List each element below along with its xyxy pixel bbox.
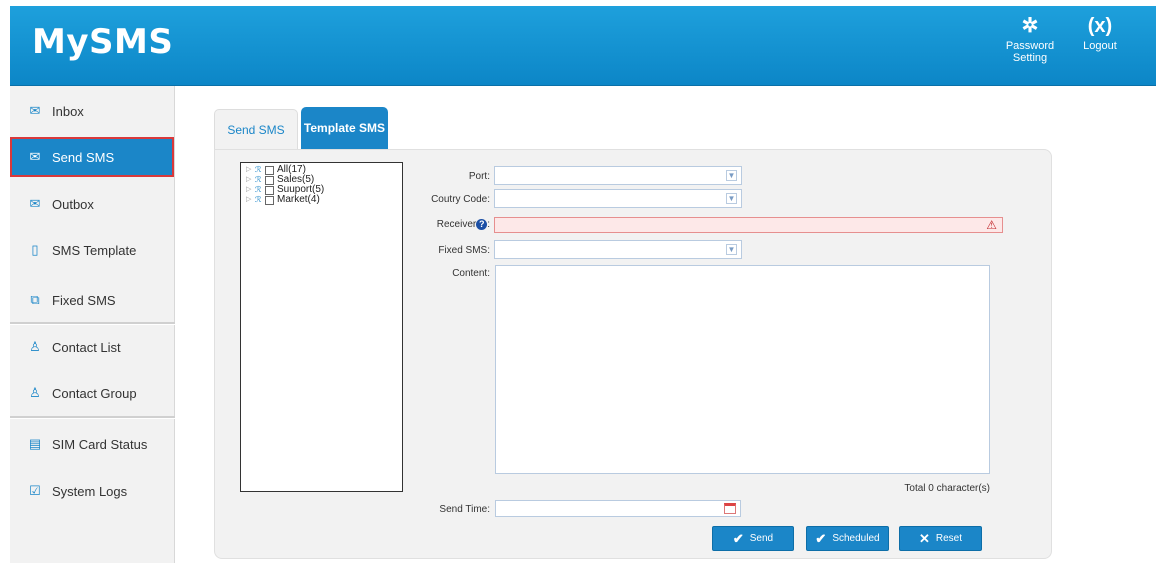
content-label: Content: bbox=[452, 268, 490, 279]
tree-node-suuport[interactable]: ▷ ℛ Suuport(5) bbox=[246, 185, 402, 195]
sidebar-item-label: Send SMS bbox=[52, 149, 115, 165]
reset-button[interactable]: ✕ Reset bbox=[899, 526, 982, 551]
scheduled-button[interactable]: ✔ Scheduled bbox=[806, 526, 889, 551]
tree-node-all[interactable]: ▷ ℛ All(17) bbox=[246, 165, 402, 175]
sidebar-item-send-sms[interactable]: ✉ Send SMS bbox=[10, 137, 174, 177]
envelope-open-icon: ✉ bbox=[29, 196, 41, 211]
tree-checkbox[interactable] bbox=[265, 175, 274, 185]
send-button[interactable]: ✔ Send bbox=[712, 526, 794, 551]
expand-arrow-icon[interactable]: ▷ bbox=[246, 175, 255, 185]
content-textarea[interactable] bbox=[495, 265, 990, 474]
sidebar: ✉ Inbox ✉ Send SMS ✉ Outbox ▯ SMS Templa… bbox=[10, 86, 175, 563]
send-button-label: Send bbox=[749, 533, 774, 544]
sidebar-item-fixed-sms[interactable]: ⧉ Fixed SMS bbox=[10, 280, 175, 320]
sidebar-item-label: SIM Card Status bbox=[52, 436, 148, 452]
country-code-select[interactable]: ▼ bbox=[494, 189, 742, 208]
sidebar-item-label: SMS Template bbox=[52, 242, 137, 258]
port-select[interactable]: ▼ bbox=[494, 166, 742, 185]
tree-checkbox[interactable] bbox=[265, 165, 274, 175]
sidebar-item-label: Fixed SMS bbox=[52, 292, 116, 308]
edit-icon: ☑ bbox=[29, 483, 41, 498]
receiver-label-wrap: Receiver?: bbox=[400, 219, 490, 230]
chevron-down-icon[interactable]: ▼ bbox=[726, 193, 737, 204]
group-icon: ℛ bbox=[255, 175, 262, 184]
tree-node-label: Market(4) bbox=[277, 194, 320, 205]
tree-checkbox[interactable] bbox=[265, 195, 274, 205]
scheduled-button-label: Scheduled bbox=[832, 533, 880, 544]
group-icon: ℛ bbox=[255, 165, 262, 174]
envelope-send-icon: ✉ bbox=[29, 149, 41, 164]
character-counter: Total 0 character(s) bbox=[904, 483, 990, 494]
send-time-label: Send Time: bbox=[439, 504, 490, 515]
port-label: Port: bbox=[468, 171, 490, 182]
chat-icon: ⧉ bbox=[30, 292, 40, 307]
receiver-label: Receiver bbox=[436, 219, 477, 231]
send-time-input[interactable] bbox=[495, 500, 741, 517]
sidebar-item-contact-group[interactable]: ♙ Contact Group bbox=[10, 373, 175, 413]
tab-send-sms[interactable]: Send SMS bbox=[214, 109, 298, 149]
people-icon: ♙ bbox=[29, 385, 41, 400]
sidebar-divider bbox=[10, 322, 175, 325]
fixed-sms-select[interactable]: ▼ bbox=[494, 240, 742, 259]
logout-label: Logout bbox=[1083, 40, 1117, 52]
expand-arrow-icon[interactable]: ▷ bbox=[246, 165, 255, 175]
reset-button-label: Reset bbox=[935, 533, 963, 544]
sidebar-item-outbox[interactable]: ✉ Outbox bbox=[10, 184, 175, 224]
sidebar-item-label: Inbox bbox=[52, 103, 84, 119]
app: MySMS ✲ Password Setting (x) Logout ✉ In… bbox=[0, 0, 1156, 563]
tree-checkbox[interactable] bbox=[265, 185, 274, 195]
x-circle-icon: (x) bbox=[1087, 15, 1113, 37]
logout-button[interactable]: (x) Logout bbox=[1075, 16, 1125, 52]
chevron-down-icon[interactable]: ▼ bbox=[726, 244, 737, 255]
tree-node-market[interactable]: ▷ ℛ Market(4) bbox=[246, 195, 402, 205]
sidebar-divider bbox=[10, 416, 175, 419]
header-bar: MySMS ✲ Password Setting (x) Logout bbox=[10, 6, 1156, 86]
sidebar-item-sim-card-status[interactable]: ▤ SIM Card Status bbox=[10, 424, 175, 464]
password-setting-button[interactable]: ✲ Password Setting bbox=[1000, 16, 1060, 64]
help-icon[interactable]: ? bbox=[476, 219, 488, 230]
receiver-input[interactable]: ⚠ bbox=[494, 217, 1003, 233]
sidebar-item-sms-template[interactable]: ▯ SMS Template bbox=[10, 230, 175, 270]
gear-icon: ✲ bbox=[1021, 15, 1039, 37]
sidebar-item-label: Contact Group bbox=[52, 385, 137, 401]
sidebar-item-system-logs[interactable]: ☑ System Logs bbox=[10, 471, 175, 511]
sidebar-item-inbox[interactable]: ✉ Inbox bbox=[10, 91, 175, 131]
x-icon: ✕ bbox=[918, 530, 930, 546]
expand-arrow-icon[interactable]: ▷ bbox=[246, 195, 255, 205]
check-icon: ✔ bbox=[732, 530, 744, 546]
calendar-icon[interactable] bbox=[724, 503, 736, 514]
tab-template-sms[interactable]: Template SMS bbox=[301, 107, 388, 149]
group-icon: ℛ bbox=[255, 195, 262, 204]
contact-tree[interactable]: ▷ ℛ All(17) ▷ ℛ Sales(5) ▷ ℛ Suuport(5) … bbox=[240, 162, 403, 492]
receiver-label-colon: : bbox=[487, 219, 490, 231]
check-icon: ✔ bbox=[815, 530, 827, 546]
sidebar-item-label: System Logs bbox=[52, 483, 128, 499]
document-icon: ▯ bbox=[31, 242, 39, 257]
sidebar-item-label: Outbox bbox=[52, 196, 94, 212]
sidebar-item-label: Contact List bbox=[52, 339, 121, 355]
envelope-icon: ✉ bbox=[29, 103, 41, 118]
brand-logo: MySMS bbox=[32, 22, 174, 62]
person-icon: ♙ bbox=[29, 339, 41, 354]
tree-node-sales[interactable]: ▷ ℛ Sales(5) bbox=[246, 175, 402, 185]
sidebar-item-contact-list[interactable]: ♙ Contact List bbox=[10, 327, 175, 367]
group-icon: ℛ bbox=[255, 185, 262, 194]
chevron-down-icon[interactable]: ▼ bbox=[726, 170, 737, 181]
country-code-label: Coutry Code: bbox=[431, 194, 490, 205]
expand-arrow-icon[interactable]: ▷ bbox=[246, 185, 255, 195]
warning-icon: ⚠ bbox=[986, 218, 997, 232]
fixed-sms-label: Fixed SMS: bbox=[438, 245, 490, 256]
file-icon: ▤ bbox=[28, 436, 42, 451]
password-setting-label: Password Setting bbox=[1005, 40, 1055, 64]
